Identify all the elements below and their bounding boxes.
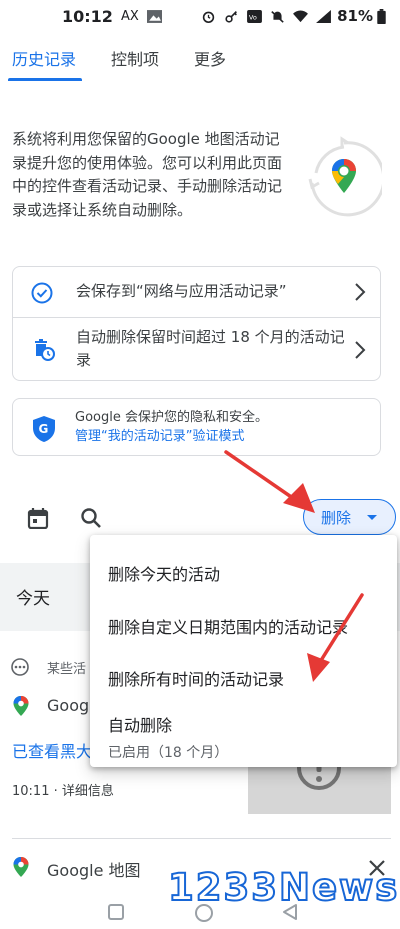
status-ax-label: AX: [120, 8, 139, 24]
calendar-icon[interactable]: [27, 507, 49, 529]
tab-history[interactable]: 历史记录: [12, 46, 76, 70]
menu-auto-delete-label: 自动删除: [108, 716, 173, 735]
status-bar: 10:12 AX Vo 81%: [0, 0, 400, 32]
battery-icon: [377, 8, 386, 24]
intro-description: 系统将利用您保留的Google 地图活动记录提升您的使用体验。您可以利用此页面中…: [12, 130, 283, 219]
active-tab-indicator: [8, 78, 82, 81]
activity-app-name-2: Google 地图: [47, 861, 141, 880]
activity-meta[interactable]: 10:11 · 详细信息: [12, 780, 114, 799]
delete-options-menu: 删除今天的活动 删除自定义日期范围内的活动记录 删除所有时间的活动记录 自动删除…: [90, 535, 397, 767]
menu-auto-delete[interactable]: 自动删除 已启用（18 个月）: [90, 712, 397, 762]
recents-nav-icon[interactable]: [107, 903, 125, 921]
today-label: 今天: [16, 589, 50, 609]
more-circle-icon: [11, 658, 29, 676]
auto-delete-setting-row[interactable]: 自动删除保留时间超过 18 个月的活动记录: [13, 318, 380, 382]
search-icon[interactable]: [80, 507, 102, 529]
activity-title-link[interactable]: 已查看黑大: [12, 738, 92, 762]
watermark-logo: 1233News: [167, 865, 400, 910]
saving-setting-text: 会保存到“网络与应用活动记录”: [76, 282, 287, 300]
svg-text:Vo: Vo: [249, 13, 257, 21]
maps-timeline-illustration: [308, 136, 382, 217]
manage-verification-link[interactable]: 管理“我的活动记录”验证模式: [75, 427, 268, 446]
tab-more[interactable]: 更多: [194, 46, 226, 70]
svg-text:G: G: [39, 422, 49, 436]
tab-bar: 历史记录 控制项 更多: [0, 34, 400, 82]
maps-pin-icon: [13, 857, 29, 877]
key-icon: [225, 10, 238, 23]
delete-button-label: 删除: [321, 508, 352, 527]
saving-setting-row[interactable]: 会保存到“网络与应用活动记录”: [13, 267, 380, 317]
privacy-card: G Google 会保护您的隐私和安全。 管理“我的活动记录”验证模式: [12, 398, 381, 456]
mute-icon: [271, 10, 284, 23]
status-time: 10:12: [62, 6, 113, 26]
menu-delete-custom-range[interactable]: 删除自定义日期范围内的活动记录: [90, 614, 397, 638]
menu-auto-delete-status: 已启用（18 个月）: [108, 745, 229, 761]
alarm-icon: [202, 11, 215, 23]
check-circle-icon: [31, 282, 53, 304]
menu-delete-today[interactable]: 删除今天的活动: [90, 561, 397, 585]
auto-delete-icon: [35, 339, 55, 361]
image-notification-icon: [146, 9, 162, 23]
tab-controls[interactable]: 控制项: [111, 46, 159, 70]
delete-dropdown-button[interactable]: 删除: [303, 499, 396, 535]
maps-pin-icon: [13, 696, 29, 716]
caret-down-icon: [367, 515, 377, 520]
volte-icon: Vo: [247, 9, 263, 23]
wifi-icon: [293, 10, 309, 22]
signal-icon: [316, 9, 332, 23]
activity-settings-card: 会保存到“网络与应用活动记录” 自动删除保留时间超过 18 个月的活动记录: [12, 266, 381, 381]
auto-delete-setting-text: 自动删除保留时间超过 18 个月的活动记录: [76, 328, 345, 369]
menu-delete-all-time[interactable]: 删除所有时间的活动记录: [90, 666, 397, 690]
chevron-right-icon: [355, 341, 366, 359]
google-shield-icon: G: [33, 416, 55, 442]
chevron-right-icon: [355, 283, 366, 301]
activity-caption: 某些活: [47, 662, 87, 677]
battery-percent: 81%: [337, 7, 373, 25]
feed-divider: [12, 838, 391, 839]
activity-app-name: Goog: [47, 696, 90, 715]
privacy-statement: Google 会保护您的隐私和安全。: [75, 410, 268, 425]
